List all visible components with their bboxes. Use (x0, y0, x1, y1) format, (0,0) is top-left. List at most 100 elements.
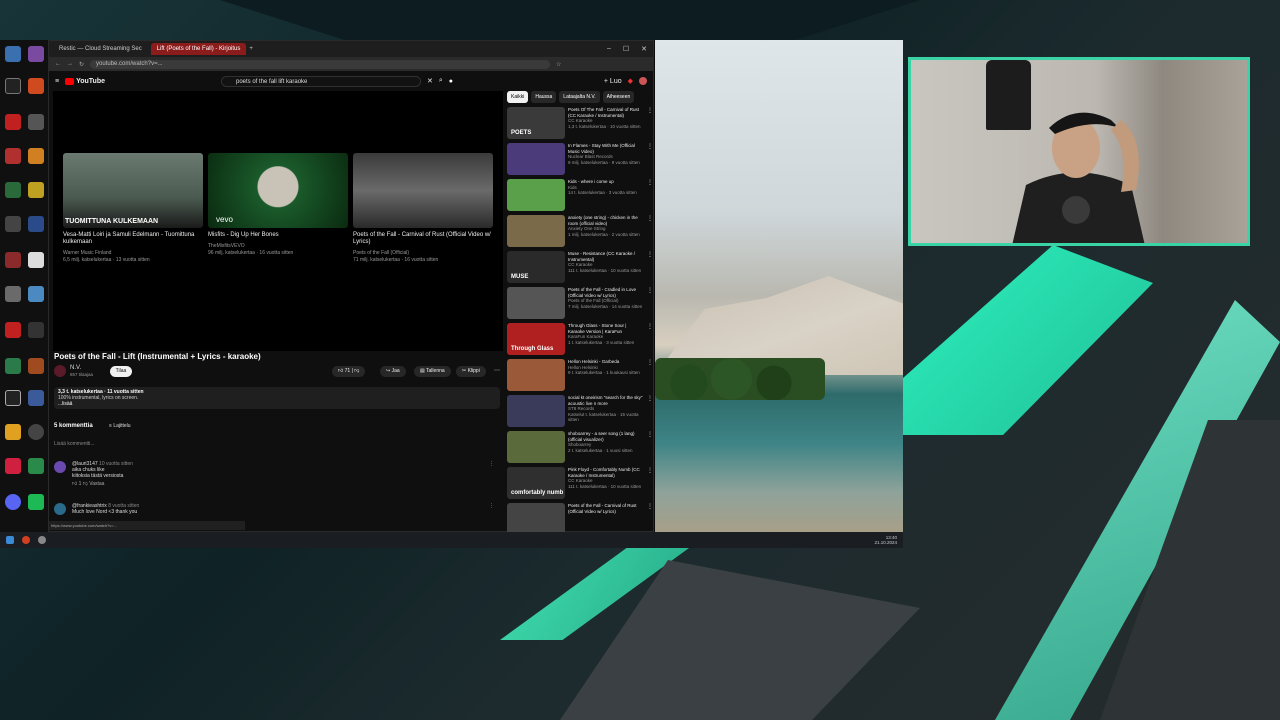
recommendation-thumbnail[interactable] (507, 503, 565, 535)
recommendation-menu-icon[interactable]: ⋮ (647, 359, 653, 395)
comment-dislike-icon[interactable]: 👎︎ (83, 481, 88, 487)
description-box[interactable]: 3,3 t. katselukertaa · 11 vuotta sitten … (54, 387, 500, 409)
recommendation-menu-icon[interactable]: ⋮ (647, 395, 653, 431)
desktop-icon[interactable] (5, 424, 21, 440)
recommendation-thumbnail[interactable] (507, 287, 565, 319)
end-card-title[interactable]: Poets of the Fall - Carnival of Rust (Of… (353, 232, 501, 246)
save-button[interactable]: ▤ Tallenna (414, 366, 451, 377)
tab-youtube[interactable]: Lift (Poets of the Fall) - Kirjoitus (150, 43, 247, 55)
desktop-icon[interactable] (28, 148, 44, 164)
recommendation-thumbnail[interactable] (507, 143, 565, 175)
recommendation-thumbnail[interactable]: Through Glass (507, 323, 565, 355)
desktop-icon[interactable] (5, 148, 21, 164)
desktop-icon[interactable] (28, 252, 44, 268)
taskbar-clock[interactable]: 13:40 21.10.2024 (874, 535, 897, 545)
recommendation-thumbnail[interactable]: comfortably numb (507, 467, 565, 499)
recommendation-menu-icon[interactable]: ⋮ (647, 323, 653, 359)
mic-icon[interactable]: ● (449, 78, 453, 85)
notifications-icon[interactable]: ◆ (628, 77, 633, 85)
new-tab-icon[interactable]: + (249, 46, 253, 52)
recommendation-thumbnail[interactable] (507, 215, 565, 247)
recommendation-thumbnail[interactable] (507, 395, 565, 427)
like-button[interactable]: 👍︎ 71 | 👎︎ (332, 366, 366, 377)
close-button[interactable]: ✕ (641, 45, 647, 53)
desktop-icon[interactable] (5, 114, 21, 130)
recommendation-item[interactable]: social kt oneirism "search for the sky" … (507, 395, 653, 431)
recommendation-menu-icon[interactable]: ⋮ (647, 215, 653, 251)
discord-icon[interactable] (5, 494, 21, 510)
desktop-icon[interactable] (5, 216, 21, 232)
sort-comments-button[interactable]: ≡ Lajittelu (109, 423, 131, 429)
recommendation-item[interactable]: shoboarrey - a seer song (1 lang) (offic… (507, 431, 653, 467)
avatar[interactable] (639, 77, 647, 85)
youtube-logo[interactable]: YouTube (65, 77, 105, 85)
end-card-title[interactable]: Misfits - Dig Up Her Bones (208, 232, 356, 239)
create-button[interactable]: + Luo (604, 78, 622, 85)
recommendation-thumbnail[interactable] (507, 179, 565, 211)
desktop-icon[interactable] (5, 46, 21, 62)
desktop-icon[interactable] (28, 390, 44, 406)
search-icon[interactable]: ⌕ (439, 77, 443, 85)
recommendation-item[interactable]: comfortably numb Pink Floyd - Comfortably… (507, 467, 653, 503)
add-comment-field[interactable]: Lisää kommentti... (54, 441, 95, 447)
chip-uploader[interactable]: Lataajalta N.V. (559, 91, 600, 103)
end-card-thumbnail[interactable]: TUOMITTUNA KULKEMAAN (63, 153, 203, 228)
recommendation-menu-icon[interactable]: ⋮ (647, 107, 653, 143)
recommendation-menu-icon[interactable]: ⋮ (647, 251, 653, 287)
recommendation-menu-icon[interactable]: ⋮ (647, 287, 653, 323)
recommendation-title[interactable]: Muse - Resistance (CC Karaoke / Instrume… (568, 251, 644, 262)
recommendation-menu-icon[interactable]: ⋮ (647, 467, 653, 503)
recommendation-title[interactable]: Pink Floyd - Comfortably Numb (CC Karaok… (568, 467, 644, 478)
desktop-icon[interactable] (28, 458, 44, 474)
desktop-icon[interactable] (5, 322, 21, 338)
desktop-icon[interactable] (5, 458, 21, 474)
desktop-icon[interactable] (28, 494, 44, 510)
comment-menu-icon[interactable]: ⋮ (489, 461, 494, 467)
desktop-icon[interactable] (28, 358, 44, 374)
recommendation-title[interactable]: anxiety (one string) - chicken in the ro… (568, 215, 644, 226)
channel-name[interactable]: N.V. (70, 365, 81, 371)
maximize-button[interactable]: ☐ (623, 45, 629, 53)
more-actions-icon[interactable]: ⋯ (494, 367, 500, 374)
recommendation-menu-icon[interactable]: ⋮ (647, 431, 653, 467)
recommendation-item[interactable]: POETS Poets Of The Fall - Carnival of Rus… (507, 107, 653, 143)
end-card-thumbnail[interactable]: vevo (208, 153, 348, 228)
recommendation-title[interactable]: Poets of the Fall - Cradled in Love (Off… (568, 287, 644, 298)
desktop-icon[interactable] (28, 46, 44, 62)
desktop-icon[interactable] (28, 114, 44, 130)
end-card-thumbnail[interactable] (353, 153, 493, 228)
recommendation-thumbnail[interactable] (507, 359, 565, 391)
start-icon[interactable] (6, 536, 14, 544)
recommendation-title[interactable]: shoboarrey - a seer song (1 lang) (offic… (568, 431, 644, 442)
recommendation-item[interactable]: Hellon Helsinki - Garbeda Hellon Helsinki… (507, 359, 653, 395)
recommendation-title[interactable]: In Flames - Stay With Me (Official Music… (568, 143, 644, 154)
clip-button[interactable]: ✂ Klippi (456, 366, 486, 377)
desktop-icon[interactable] (28, 424, 44, 440)
commenter-avatar[interactable] (54, 461, 66, 473)
back-icon[interactable]: ← (55, 61, 61, 67)
recommendation-title[interactable]: Through Glass - Stone Sour | Karaoke Ver… (568, 323, 644, 334)
forward-icon[interactable]: → (67, 61, 73, 67)
desktop-icon[interactable] (5, 78, 21, 94)
recommendation-item[interactable]: MUSE Muse - Resistance (CC Karaoke / Inst… (507, 251, 653, 287)
recommendation-menu-icon[interactable]: ⋮ (647, 143, 653, 179)
desktop-icon[interactable] (5, 358, 21, 374)
chip-related[interactable]: Aiheeseen (602, 91, 635, 103)
recommendation-item[interactable]: Through Glass Through Glass - Stone Sour … (507, 323, 653, 359)
thumbs-down-icon[interactable]: | 👎︎ (350, 368, 360, 374)
video-player[interactable]: TUOMITTUNA KULKEMAAN vevo Vesa-Matti Loi… (53, 91, 503, 351)
recommendation-title[interactable]: social kt oneirism "search for the sky" … (568, 395, 644, 406)
comment-like-icon[interactable]: 👍︎ 1 (72, 481, 81, 487)
recommendation-title[interactable]: Poets Of The Fall - Carnival of Rust (CC… (568, 107, 644, 118)
recommendation-title[interactable]: Poets of the Fall - Carnival of Rust (Of… (568, 503, 644, 514)
desktop-icon[interactable] (5, 286, 21, 302)
recommendation-item[interactable]: anxiety (one string) - chicken in the ro… (507, 215, 653, 251)
app-taskbar-icon[interactable] (38, 536, 46, 544)
bookmark-icon[interactable]: ☆ (556, 61, 561, 68)
desktop-icon[interactable] (28, 322, 44, 338)
desktop-icon[interactable] (28, 286, 44, 302)
subscribe-button[interactable]: Tilaa (110, 366, 132, 377)
show-more-link[interactable]: ...lisää (58, 401, 496, 407)
minimize-button[interactable]: – (607, 45, 611, 53)
desktop-icon[interactable] (28, 182, 44, 198)
